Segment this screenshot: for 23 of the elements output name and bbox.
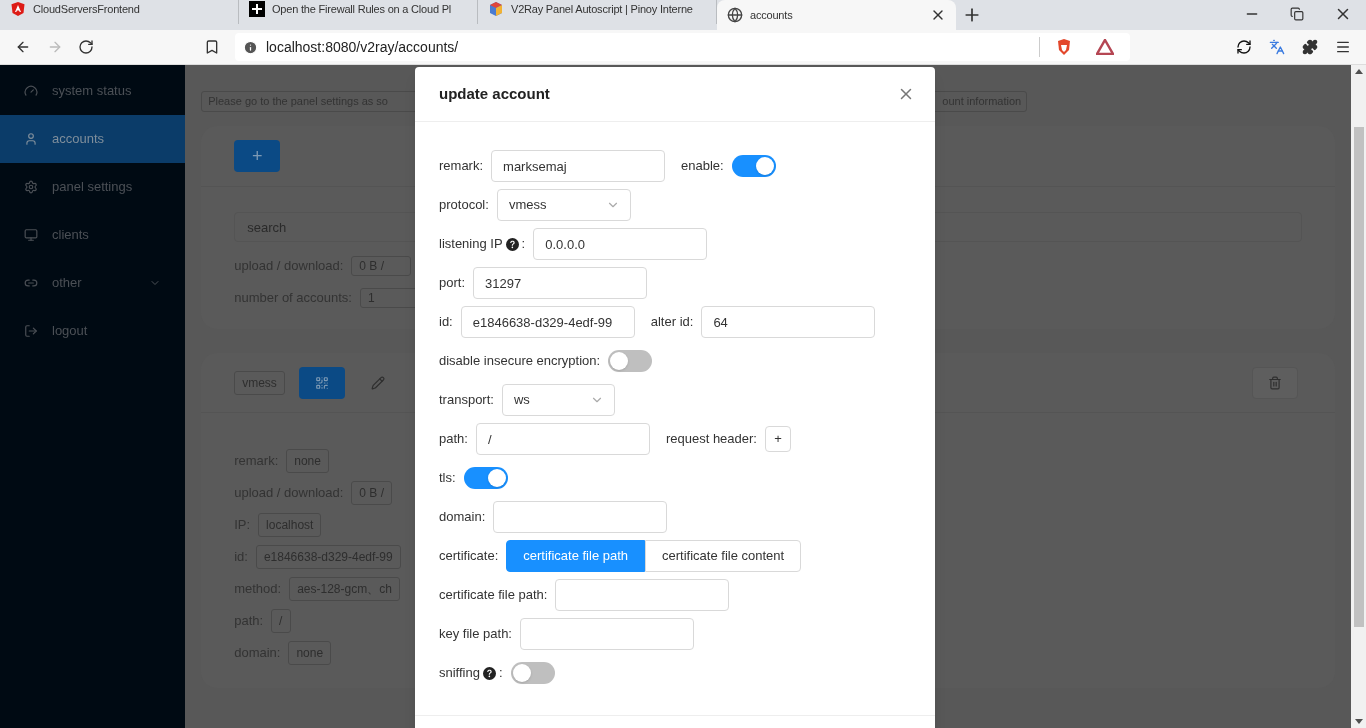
field-label: disable insecure encryption:	[439, 352, 601, 371]
tab-title: CloudServersFrontend	[33, 1, 141, 17]
field-label: remark:	[439, 157, 484, 176]
field-label: alter id:	[650, 313, 694, 332]
tab-title: Open the Firewall Rules on a Cloud Pl	[272, 1, 453, 17]
field-label: path:	[439, 430, 468, 449]
tab-title: accounts	[750, 7, 794, 23]
detail-value: /	[271, 609, 292, 633]
field-label: transport:	[439, 391, 494, 410]
field-label: port:	[439, 274, 465, 293]
field-label: id:	[439, 313, 453, 332]
field-label: certificate file path:	[439, 586, 548, 605]
tab-title: V2Ray Panel Autoscript | Pinoy Interne	[511, 1, 694, 17]
dialog-title: update account	[439, 83, 550, 104]
field-label: listening IP :	[439, 235, 526, 254]
field-label: enable:	[681, 157, 724, 176]
field-label: tls:	[439, 469, 456, 488]
field-label: domain:	[439, 508, 486, 527]
field-label: certificate:	[439, 547, 499, 566]
field-label: protocol:	[439, 196, 489, 215]
field-label: key file path:	[439, 625, 512, 644]
field-label: request header:	[665, 430, 757, 449]
field-label: sniffing :	[439, 664, 503, 683]
